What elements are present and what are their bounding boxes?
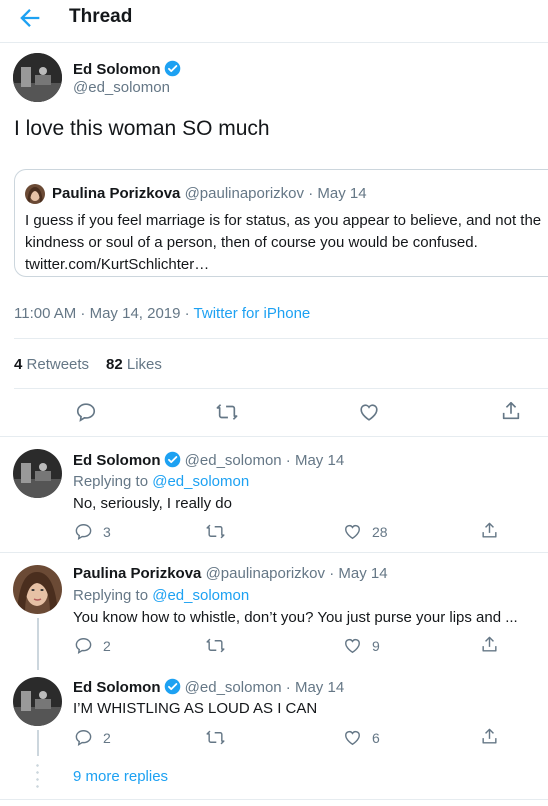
quote-author-handle: @paulinaporizkov <box>184 185 305 202</box>
quote-author-name: Paulina Porizkova <box>52 185 181 202</box>
quote-header: Paulina Porizkova @paulinaporizkov · May… <box>52 185 367 202</box>
share-button[interactable] <box>480 521 499 540</box>
reply-button[interactable]: 2 <box>74 636 111 655</box>
quote-avatar <box>25 184 45 204</box>
retweets-stat[interactable]: 4 Retweets <box>14 356 89 373</box>
avatar[interactable] <box>13 565 62 614</box>
reply-count: 2 <box>103 637 111 654</box>
retweet-button[interactable] <box>206 636 225 655</box>
timestamp[interactable]: 11:00 AM · May 14, 2019 · <box>14 305 194 322</box>
retweet-icon <box>206 524 225 539</box>
author-name[interactable]: Ed Solomon <box>73 679 161 696</box>
share-icon <box>502 401 520 420</box>
thread-header: Thread <box>0 0 548 38</box>
avatar[interactable] <box>13 449 62 498</box>
like-icon <box>345 730 360 746</box>
like-button[interactable]: 6 <box>343 728 380 747</box>
tweet-text: I love this woman SO much <box>14 117 270 140</box>
avatar[interactable] <box>13 677 62 726</box>
author-name[interactable]: Paulina Porizkova <box>73 565 201 582</box>
replying-to: Replying to @ed_solomon <box>73 473 250 490</box>
like-button[interactable] <box>358 401 380 423</box>
like-icon <box>345 524 360 540</box>
retweet-icon <box>216 404 238 420</box>
share-icon <box>482 728 497 744</box>
reply-button[interactable]: 3 <box>74 522 111 541</box>
like-count: 9 <box>372 637 380 654</box>
more-replies-link[interactable]: 9 more replies <box>73 768 168 785</box>
quote-text: I guess if you feel marriage is for stat… <box>25 212 542 273</box>
author-handle[interactable]: @paulinaporizkov <box>206 565 325 582</box>
divider <box>14 338 548 339</box>
retweet-button[interactable] <box>206 728 225 747</box>
replying-to: Replying to @ed_solomon <box>73 587 250 604</box>
like-button[interactable]: 28 <box>343 522 388 541</box>
dot-separator: · <box>281 679 295 696</box>
like-button[interactable]: 9 <box>343 636 380 655</box>
likes-stat[interactable]: 82 Likes <box>106 356 162 373</box>
retweet-button[interactable] <box>216 401 238 423</box>
author-name[interactable]: Ed Solomon <box>73 60 181 78</box>
share-icon <box>482 636 497 652</box>
author-handle[interactable]: @ed_solomon <box>185 452 282 469</box>
reply-count: 2 <box>103 729 111 746</box>
reply-icon <box>75 730 92 747</box>
retweet-icon <box>206 730 225 745</box>
reply-header: Paulina Porizkova @paulinaporizkov · May… <box>73 565 388 582</box>
author-name[interactable]: Ed Solomon <box>73 452 161 469</box>
reply-count: 3 <box>103 523 111 540</box>
reply-button[interactable]: 2 <box>74 728 111 747</box>
divider <box>14 388 548 389</box>
reply-header: Ed Solomon @ed_solomon · May 14 <box>73 451 344 469</box>
like-icon <box>345 638 360 654</box>
like-count: 28 <box>372 523 388 540</box>
reply-date[interactable]: May 14 <box>338 565 387 582</box>
author-handle[interactable]: @ed_solomon <box>73 79 170 96</box>
verified-badge-icon <box>164 678 180 695</box>
reply-text: No, seriously, I really do <box>73 495 232 512</box>
retweet-icon <box>206 638 225 653</box>
reply-button[interactable] <box>75 401 97 423</box>
verified-badge-icon <box>164 60 180 77</box>
reply-text: I’M WHISTLING AS LOUD AS I CAN <box>73 700 318 717</box>
verified-badge-icon <box>164 451 180 468</box>
dot-separator: · <box>325 565 339 582</box>
reply-date[interactable]: May 14 <box>295 452 344 469</box>
author-handle[interactable]: @ed_solomon <box>185 679 282 696</box>
reply-header: Ed Solomon @ed_solomon · May 14 <box>73 678 344 696</box>
divider <box>0 799 548 800</box>
reply-icon <box>76 403 96 422</box>
share-icon <box>482 522 497 538</box>
reply-icon <box>75 638 92 655</box>
share-button[interactable] <box>500 400 522 422</box>
like-icon <box>360 404 378 421</box>
dot-separator: · <box>281 452 295 469</box>
quote-date: May 14 <box>317 185 367 202</box>
share-button[interactable] <box>480 727 499 746</box>
thread-dots <box>36 762 39 792</box>
thread-connector <box>37 618 39 670</box>
tweet-metadata: 11:00 AM · May 14, 2019 · Twitter for iP… <box>14 305 310 322</box>
reply-text: You know how to whistle, don’t you? You … <box>73 609 518 626</box>
retweet-button[interactable] <box>206 522 225 541</box>
dot-separator: · <box>304 185 318 202</box>
quoted-tweet[interactable]: Paulina Porizkova @paulinaporizkov · May… <box>14 169 548 277</box>
reply-icon <box>75 524 92 541</box>
back-arrow-icon[interactable] <box>16 4 44 32</box>
thread-connector <box>37 730 39 756</box>
reply-date[interactable]: May 14 <box>295 679 344 696</box>
divider <box>0 552 548 553</box>
mention-link[interactable]: @ed_solomon <box>152 587 249 604</box>
divider <box>0 436 548 437</box>
avatar[interactable] <box>13 53 62 102</box>
page-title: Thread <box>69 6 133 27</box>
source-link[interactable]: Twitter for iPhone <box>194 305 311 322</box>
share-button[interactable] <box>480 635 499 654</box>
like-count: 6 <box>372 729 380 746</box>
quote-link: twitter.com/KurtSchlichter… <box>25 256 210 273</box>
mention-link[interactable]: @ed_solomon <box>152 473 249 490</box>
divider <box>0 42 548 43</box>
